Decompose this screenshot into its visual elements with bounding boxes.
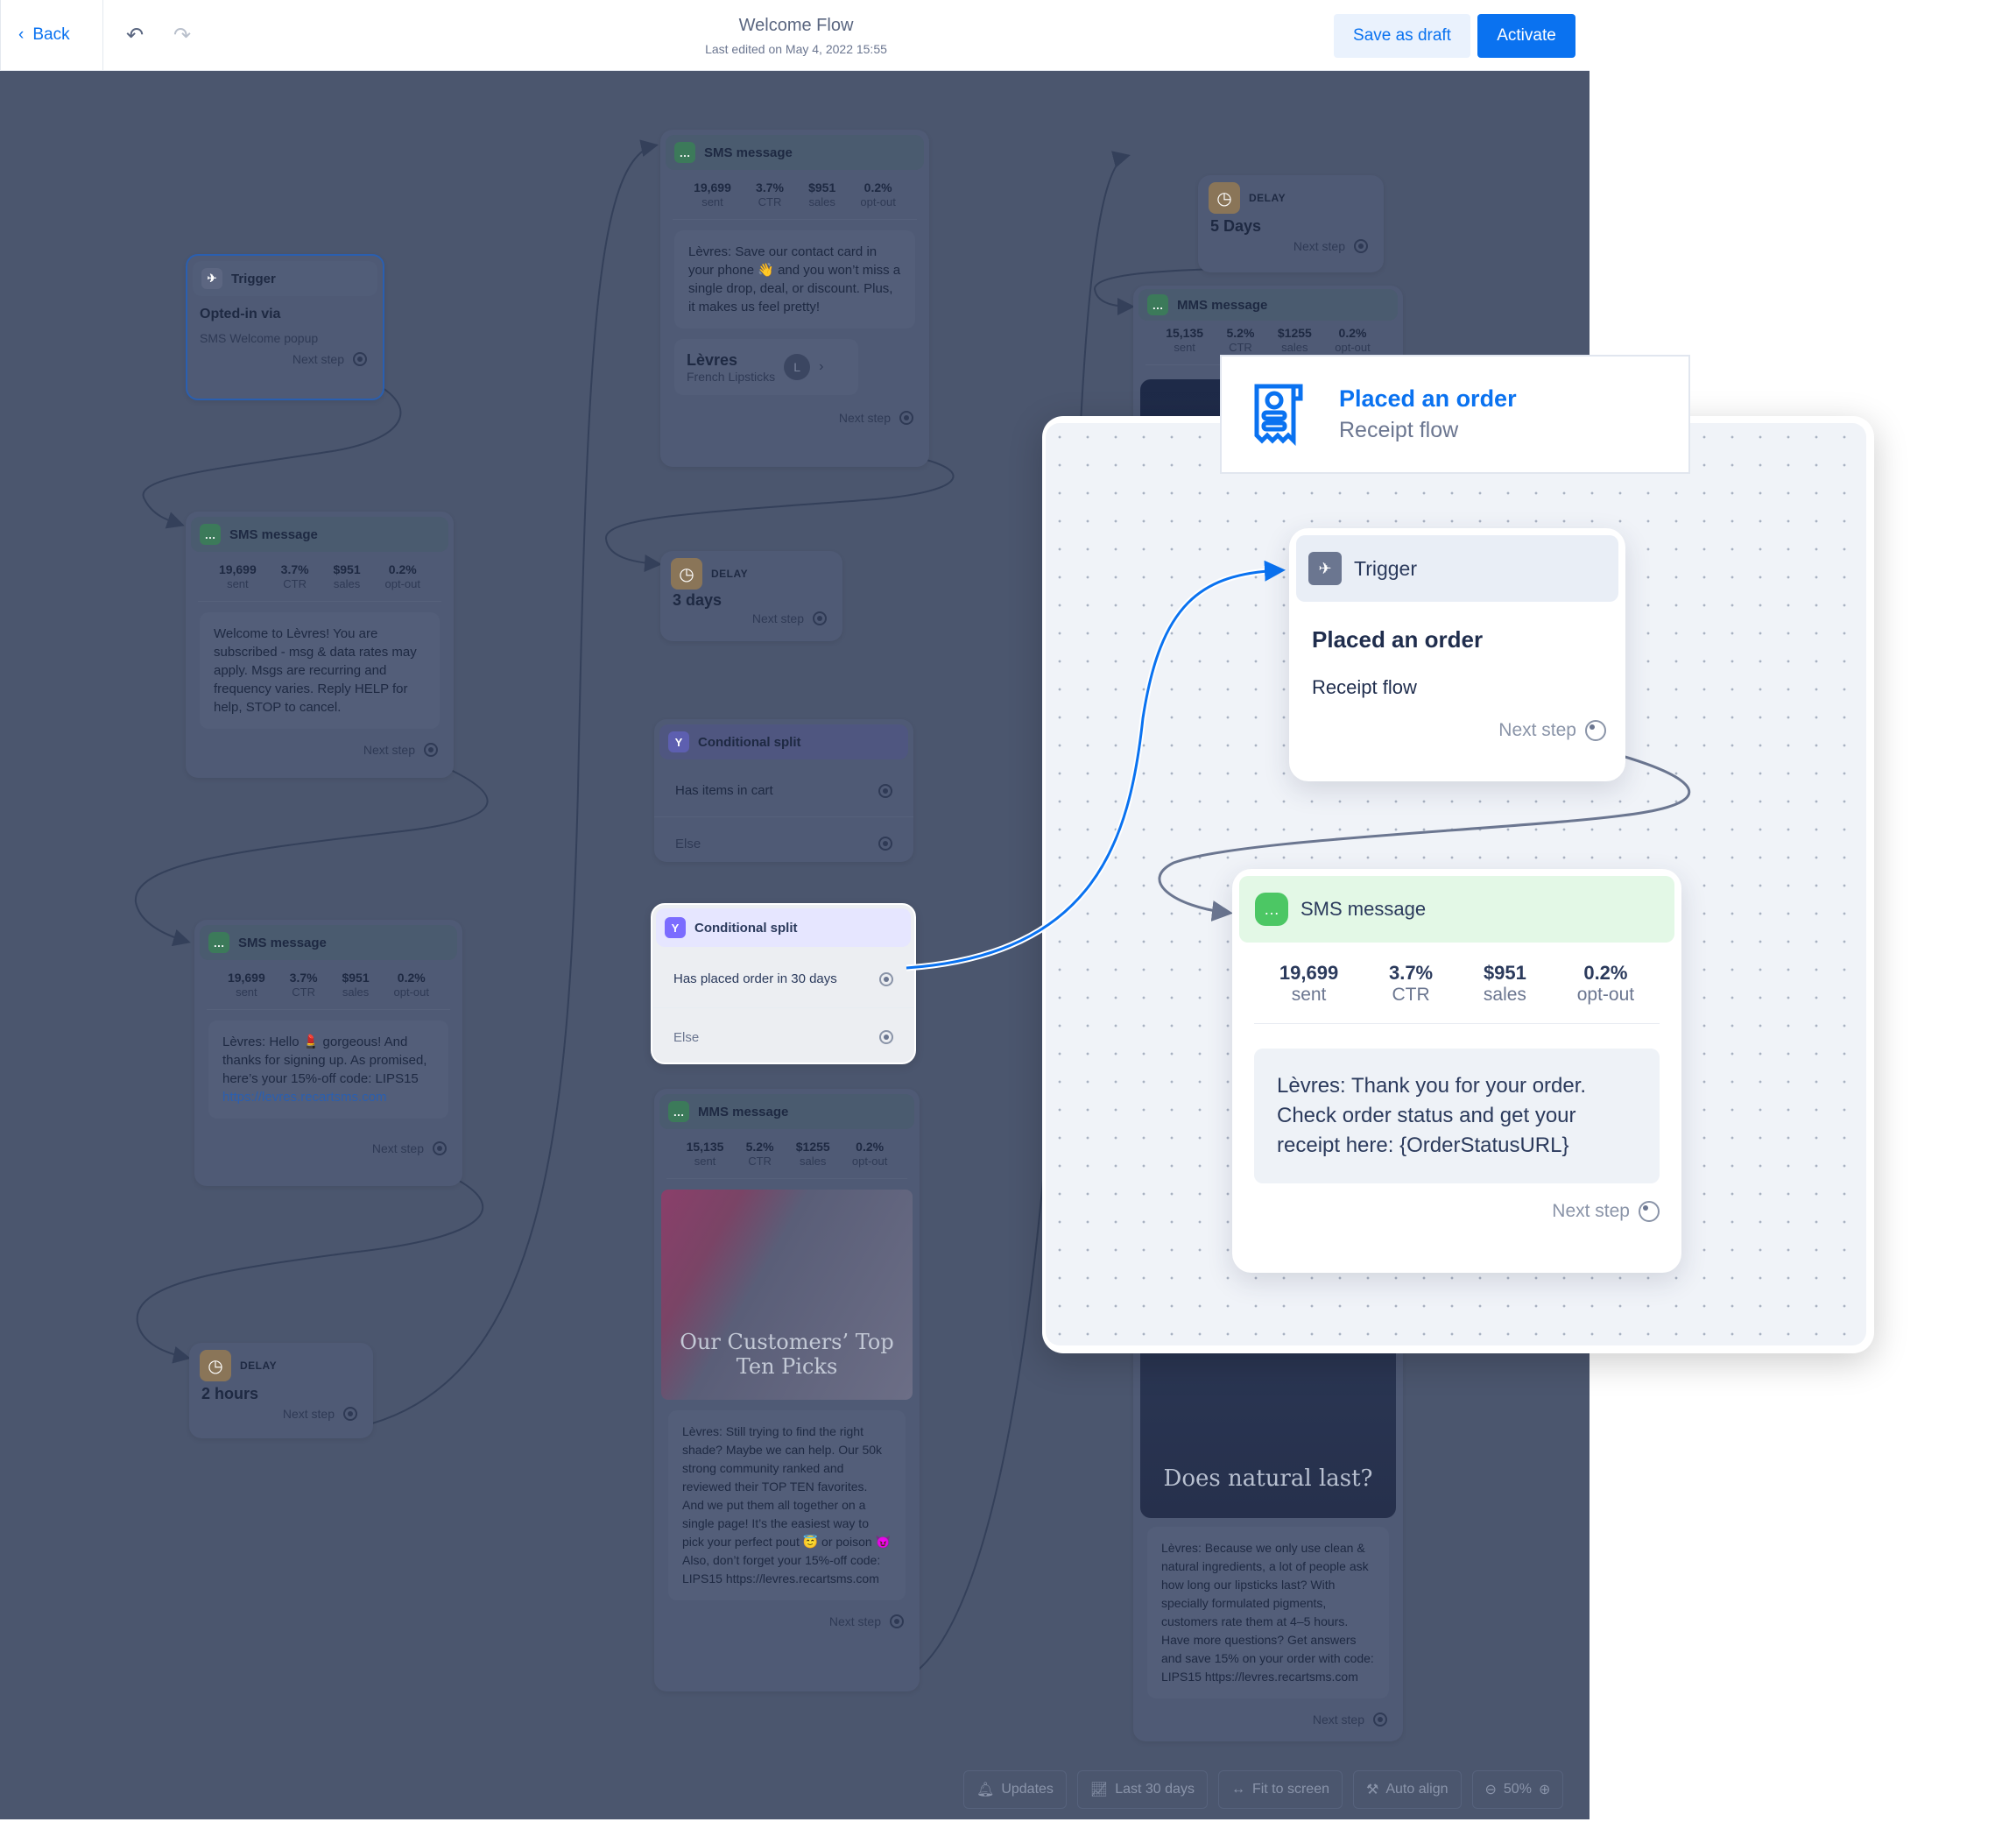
chat-icon: … [1255,893,1288,926]
next-step-label: Next step [1498,720,1576,740]
node-type: SMS message [1301,898,1427,920]
active-connector [906,567,1281,971]
trigger-title: Placed an order [1312,626,1484,653]
next-step-label: Next step [1552,1201,1630,1221]
message-text: Lèvres: Thank you for your order. Check … [1254,1049,1660,1183]
next-step-handle[interactable] [1639,1201,1660,1222]
preview-sms-node[interactable]: … SMS message 19,699 sent 3.7% CTR $951 sale… [1232,869,1681,1273]
flow-subtitle: Receipt flow [1339,418,1459,442]
active-connector [906,560,1286,970]
trigger-subtitle: Receipt flow [1312,676,1417,698]
receipt-icon [1254,384,1303,446]
preview-connectors [906,560,1691,971]
flow-header-card: Placed an order Receipt flow [1220,355,1690,474]
flow-title: Placed an order [1339,385,1517,412]
preview-trigger-node[interactable]: ✈ Trigger Placed an order Receipt flow Ne… [1289,528,1625,781]
stats: 19,699 sent 3.7% CTR $951 sales 0.2% opt-out [1254,950,1660,1024]
rocket-icon: ✈ [1308,552,1342,585]
node-type: Trigger [1354,556,1417,580]
next-step-handle[interactable] [1585,720,1606,741]
